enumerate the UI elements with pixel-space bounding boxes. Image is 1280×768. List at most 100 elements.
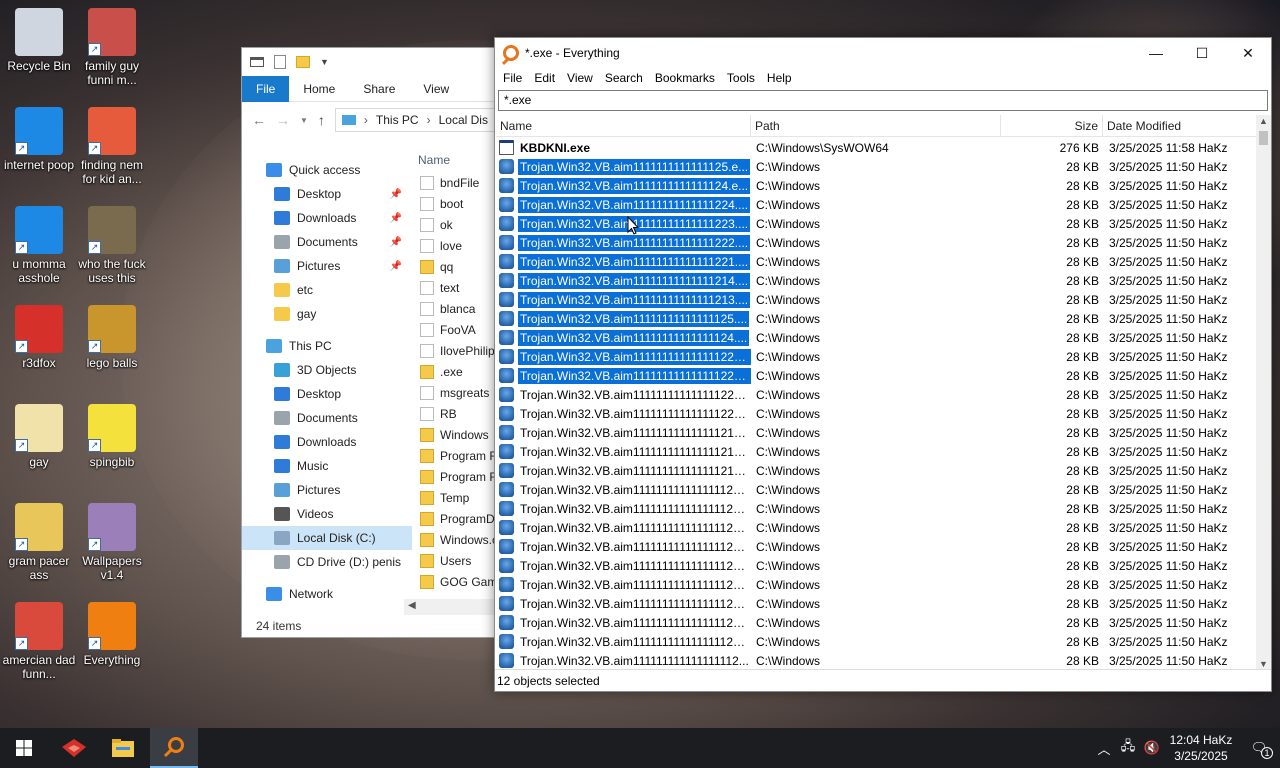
result-row[interactable]: Trojan.Win32.VB.aim111111111111111221...… xyxy=(496,404,1256,423)
result-row[interactable]: KBDKNI.exe C:\Windows\SysWOW64 276 KB 3/25/… xyxy=(496,138,1256,157)
taskbar-file-explorer[interactable] xyxy=(99,728,147,768)
maximize-button[interactable]: ☐ xyxy=(1179,38,1225,68)
nav-item[interactable]: 3D Objects xyxy=(242,358,412,382)
file-row[interactable]: Windows.c xyxy=(414,529,502,550)
ribbon-tab[interactable]: Share xyxy=(349,76,409,102)
customize-toolbar-icon[interactable]: ▼ xyxy=(320,57,329,67)
result-row[interactable]: Trojan.Win32.VB.aim111111111111111125...… xyxy=(496,480,1256,499)
result-row[interactable]: Trojan.Win32.VB.aim111111111111111122...… xyxy=(496,575,1256,594)
file-row[interactable]: text xyxy=(414,277,502,298)
file-row[interactable]: qq xyxy=(414,256,502,277)
file-row[interactable]: Windows xyxy=(414,424,502,445)
column-header-size[interactable]: Size xyxy=(1001,115,1103,137)
nav-item[interactable]: etc xyxy=(242,278,412,302)
nav-item[interactable]: Desktop xyxy=(242,382,412,406)
desktop-icon-item[interactable]: ↗ spingbib xyxy=(73,404,151,469)
start-button[interactable] xyxy=(0,728,48,768)
desktop-icon-item[interactable]: ↗ Wallpapers v1.4 xyxy=(73,503,151,582)
desktop-icon-item[interactable]: ↗ finding nem for kid an... xyxy=(73,107,151,186)
nav-item[interactable]: Quick access xyxy=(242,158,412,182)
result-row[interactable]: Trojan.Win32.VB.aim1111111111111125.e...… xyxy=(496,157,1256,176)
column-header-name[interactable]: Name xyxy=(414,148,502,172)
result-row[interactable]: Trojan.Win32.VB.aim11111111111111124....… xyxy=(496,328,1256,347)
result-row[interactable]: Trojan.Win32.VB.aim111111111111111121...… xyxy=(496,594,1256,613)
desktop-icon-item[interactable]: Recycle Bin xyxy=(0,8,78,73)
desktop-icon-item[interactable]: ↗ who the fuck uses this xyxy=(73,206,151,285)
column-header-path[interactable]: Path xyxy=(751,115,1001,137)
result-row[interactable]: Trojan.Win32.VB.aim111111111111111122...… xyxy=(496,556,1256,575)
result-row[interactable]: Trojan.Win32.VB.aim111111111111111222...… xyxy=(496,385,1256,404)
menu-item[interactable]: Tools xyxy=(721,71,761,85)
file-row[interactable]: ProgramD xyxy=(414,508,502,529)
nav-item[interactable]: Downloads xyxy=(242,430,412,454)
file-row[interactable]: GOG Gam xyxy=(414,571,502,592)
file-row[interactable]: blanca xyxy=(414,298,502,319)
nav-item[interactable]: Pictures 📌 xyxy=(242,254,412,278)
scrollbar-thumb[interactable] xyxy=(1259,131,1268,145)
search-input[interactable]: *.exe xyxy=(498,90,1268,111)
file-row[interactable]: RB xyxy=(414,403,502,424)
menu-item[interactable]: Edit xyxy=(528,71,561,85)
horizontal-scrollbar[interactable]: ◀ xyxy=(404,599,502,615)
file-explorer-window[interactable]: ▼ File Home Share View ← → ▼ ↑ › This PC › … xyxy=(241,47,503,638)
result-row[interactable]: Trojan.Win32.VB.aim11111111111111224....… xyxy=(496,195,1256,214)
result-row[interactable]: Trojan.Win32.VB.aim11111111111111125....… xyxy=(496,309,1256,328)
result-row[interactable]: Trojan.Win32.VB.aim11111111111111213....… xyxy=(496,290,1256,309)
menu-item[interactable]: File xyxy=(497,71,528,85)
nav-item[interactable]: Downloads 📌 xyxy=(242,206,412,230)
nav-item[interactable]: Music xyxy=(242,454,412,478)
result-row[interactable]: Trojan.Win32.VB.aim111111111111111122...… xyxy=(496,518,1256,537)
result-row[interactable]: Trojan.Win32.VB.aim11111111111111221....… xyxy=(496,252,1256,271)
desktop-icon-item[interactable]: ↗ u momma asshole xyxy=(0,206,78,285)
result-row[interactable]: Trojan.Win32.VB.aim11111111111111222....… xyxy=(496,233,1256,252)
desktop-icon-item[interactable]: ↗ family guy funni m... xyxy=(73,8,151,87)
result-row[interactable]: Trojan.Win32.VB.aim11111111111111223....… xyxy=(496,214,1256,233)
breadcrumb-local-disk[interactable]: Local Dis xyxy=(439,113,488,127)
forward-icon[interactable]: → xyxy=(276,112,290,128)
result-row[interactable]: Trojan.Win32.VB.aim111111111111111112...… xyxy=(496,651,1256,670)
ribbon-tab[interactable]: File xyxy=(242,75,290,102)
close-button[interactable]: ✕ xyxy=(1225,38,1271,68)
menu-item[interactable]: Help xyxy=(761,71,798,85)
desktop-icon-item[interactable]: ↗ lego balls xyxy=(73,305,151,370)
nav-item[interactable]: gay xyxy=(242,302,412,326)
file-row[interactable]: Program F xyxy=(414,445,502,466)
result-row[interactable]: Trojan.Win32.VB.aim111111111111111121...… xyxy=(496,613,1256,632)
result-row[interactable]: Trojan.Win32.VB.aim111111111111111121...… xyxy=(496,632,1256,651)
file-row[interactable]: .exe xyxy=(414,361,502,382)
address-bar[interactable]: › This PC › Local Dis xyxy=(334,108,502,132)
file-row[interactable]: msgreats xyxy=(414,382,502,403)
everything-window[interactable]: *.exe - Everything — ☐ ✕ File Edit View Sea… xyxy=(494,37,1272,692)
result-row[interactable]: Trojan.Win32.VB.aim1111111111111124.e...… xyxy=(496,176,1256,195)
menu-item[interactable]: Bookmarks xyxy=(649,71,721,85)
nav-item[interactable]: Pictures xyxy=(242,478,412,502)
column-header-name[interactable]: Name xyxy=(496,115,751,137)
result-row[interactable]: Trojan.Win32.VB.aim111111111111111214...… xyxy=(496,442,1256,461)
nav-item[interactable]: This PC xyxy=(242,334,412,358)
vertical-scrollbar[interactable]: ▲ ▼ xyxy=(1256,115,1271,670)
properties-icon[interactable] xyxy=(274,55,286,69)
file-row[interactable]: bndFile xyxy=(414,172,502,193)
scroll-left-icon[interactable]: ◀ xyxy=(408,600,416,611)
file-row[interactable]: Users xyxy=(414,550,502,571)
new-folder-icon[interactable] xyxy=(296,56,310,68)
result-row[interactable]: Trojan.Win32.VB.aim111111111111111224...… xyxy=(496,347,1256,366)
column-header-date-modified[interactable]: Date Modified xyxy=(1103,115,1253,137)
scroll-up-icon[interactable]: ▲ xyxy=(1256,116,1271,126)
nav-item[interactable]: Desktop 📌 xyxy=(242,182,412,206)
ribbon-tab[interactable]: View xyxy=(409,76,463,102)
chevron-up-icon[interactable]: ︿ xyxy=(1092,739,1116,758)
desktop-icon-item[interactable]: ↗ gay xyxy=(0,404,78,469)
menu-item[interactable]: Search xyxy=(599,71,649,85)
file-row[interactable]: Temp xyxy=(414,487,502,508)
file-row[interactable]: ok xyxy=(414,214,502,235)
taskbar-redfox[interactable] xyxy=(50,728,98,768)
menu-item[interactable]: View xyxy=(561,71,599,85)
desktop-icon-item[interactable]: ↗ r3dfox xyxy=(0,305,78,370)
file-row[interactable]: boot xyxy=(414,193,502,214)
back-icon[interactable]: ← xyxy=(252,112,266,128)
title-bar[interactable]: *.exe - Everything — ☐ ✕ xyxy=(495,38,1271,68)
result-row[interactable]: Trojan.Win32.VB.aim111111111111111213...… xyxy=(496,461,1256,480)
minimize-button[interactable]: — xyxy=(1133,38,1179,68)
breadcrumb-this-pc[interactable]: This PC xyxy=(376,113,419,127)
